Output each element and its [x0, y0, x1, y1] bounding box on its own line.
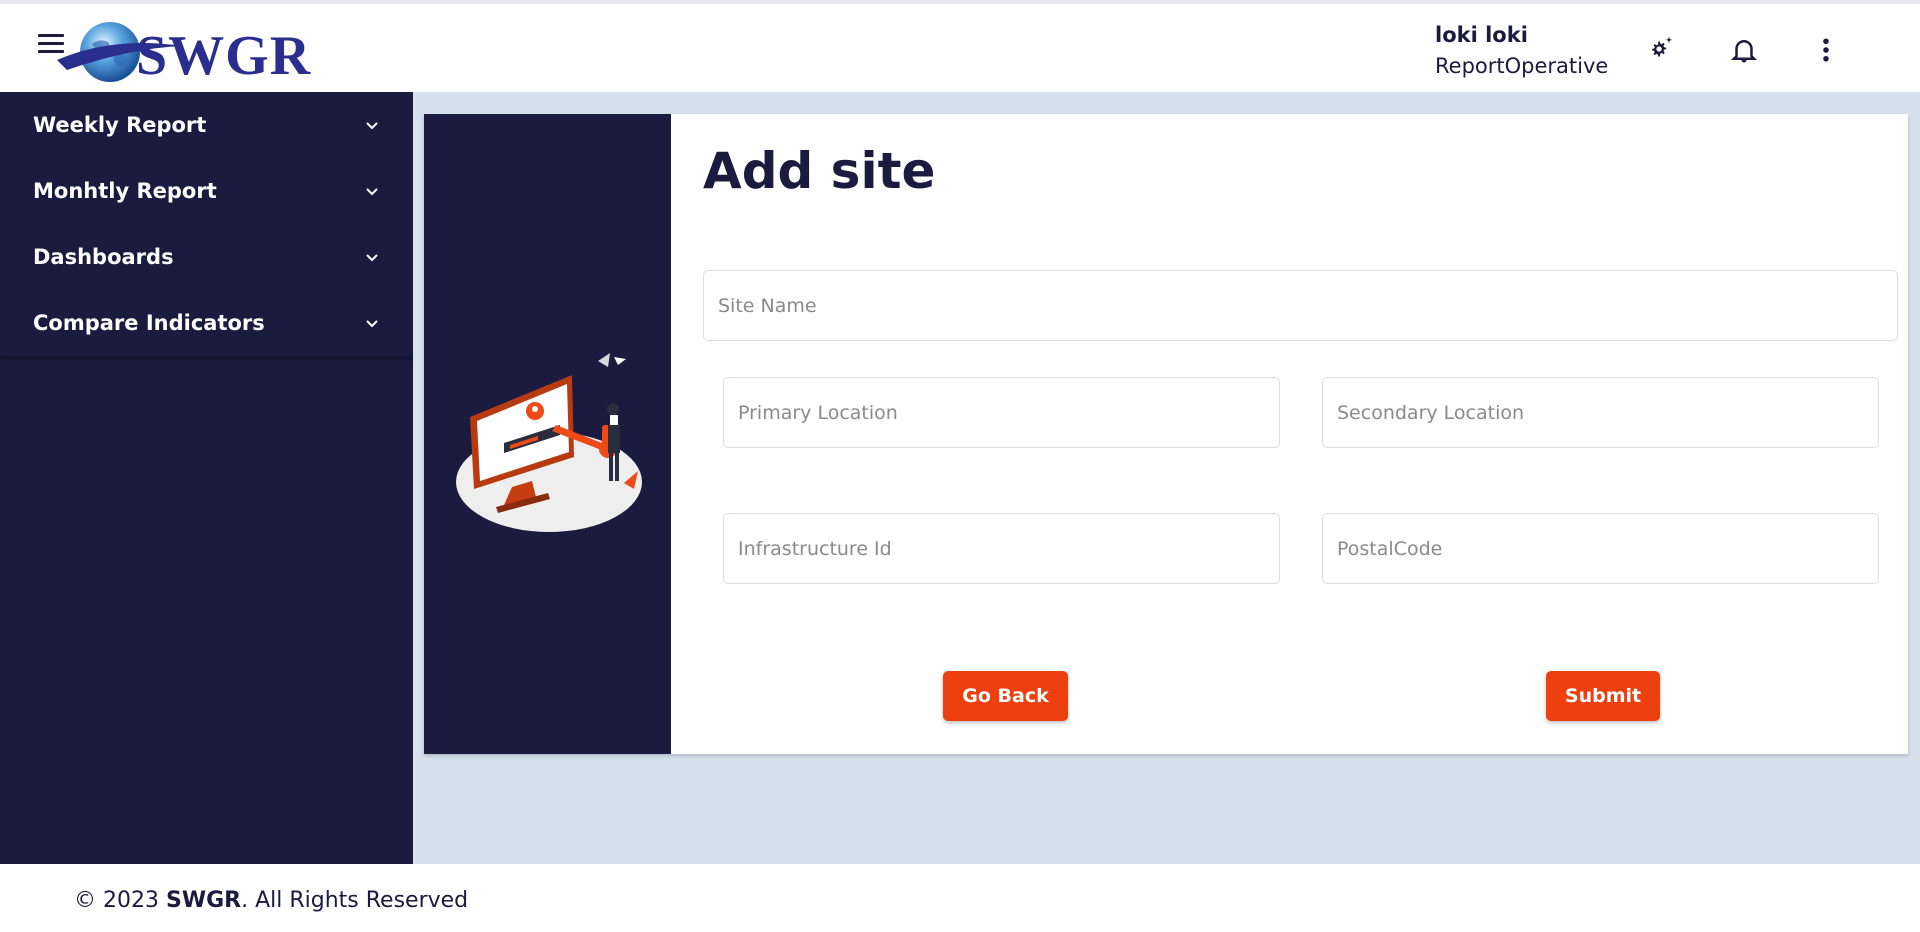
add-site-card: Add site Go Back Submit: [424, 114, 1908, 754]
login-illustration: [456, 353, 642, 532]
secondary-location-input[interactable]: [1322, 377, 1879, 448]
postal-code-input[interactable]: [1322, 513, 1879, 584]
menu-icon[interactable]: [38, 34, 64, 54]
notification-bell-icon[interactable]: [1726, 32, 1762, 68]
copyright-text: © 2023 SWGR. All Rights Reserved: [74, 888, 468, 913]
submit-button[interactable]: Submit: [1546, 671, 1660, 721]
copyright-brand: SWGR: [165, 888, 242, 913]
copyright-prefix: © 2023: [74, 888, 166, 913]
chevron-down-icon: [366, 122, 378, 130]
copyright-suffix: . All Rights Reserved: [241, 888, 469, 913]
infrastructure-id-input[interactable]: [723, 513, 1280, 584]
swgr-logo[interactable]: SWGR: [52, 16, 357, 86]
logo-text: SWGR: [136, 25, 311, 86]
chevron-down-icon: [366, 254, 378, 262]
sidebar-item-label: Weekly Report: [33, 113, 207, 137]
sidebar-item-compare-indicators[interactable]: Compare Indicators: [0, 290, 413, 356]
user-role: ReportOperative: [1435, 54, 1609, 78]
chevron-down-icon: [366, 188, 378, 196]
sidebar-item-monthly-report[interactable]: Monhtly Report: [0, 158, 413, 224]
footer: © 2023 SWGR. All Rights Reserved: [0, 864, 1920, 932]
user-info: loki loki ReportOperative: [1435, 20, 1608, 82]
go-back-button[interactable]: Go Back: [943, 671, 1068, 721]
settings-icon[interactable]: [1643, 32, 1679, 68]
sidebar-item-label: Monhtly Report: [33, 179, 217, 203]
card-side-panel: [424, 114, 671, 754]
sidebar-item-label: Compare Indicators: [33, 311, 265, 335]
app-header: SWGR loki loki ReportOperative: [0, 4, 1920, 92]
more-vert-icon[interactable]: [1808, 32, 1844, 68]
site-name-input[interactable]: [703, 270, 1898, 341]
user-name: loki loki: [1435, 23, 1528, 47]
page-title: Add site: [703, 142, 936, 200]
chevron-down-icon: [366, 320, 378, 328]
primary-location-input[interactable]: [723, 377, 1280, 448]
sidebar-item-label: Dashboards: [33, 245, 174, 269]
sidebar: Weekly Report Monhtly Report Dashboards …: [0, 92, 413, 864]
sidebar-item-weekly-report[interactable]: Weekly Report: [0, 92, 413, 158]
sidebar-item-dashboards[interactable]: Dashboards: [0, 224, 413, 290]
main-content: Add site Go Back Submit: [413, 92, 1920, 864]
sidebar-divider: [0, 356, 413, 358]
